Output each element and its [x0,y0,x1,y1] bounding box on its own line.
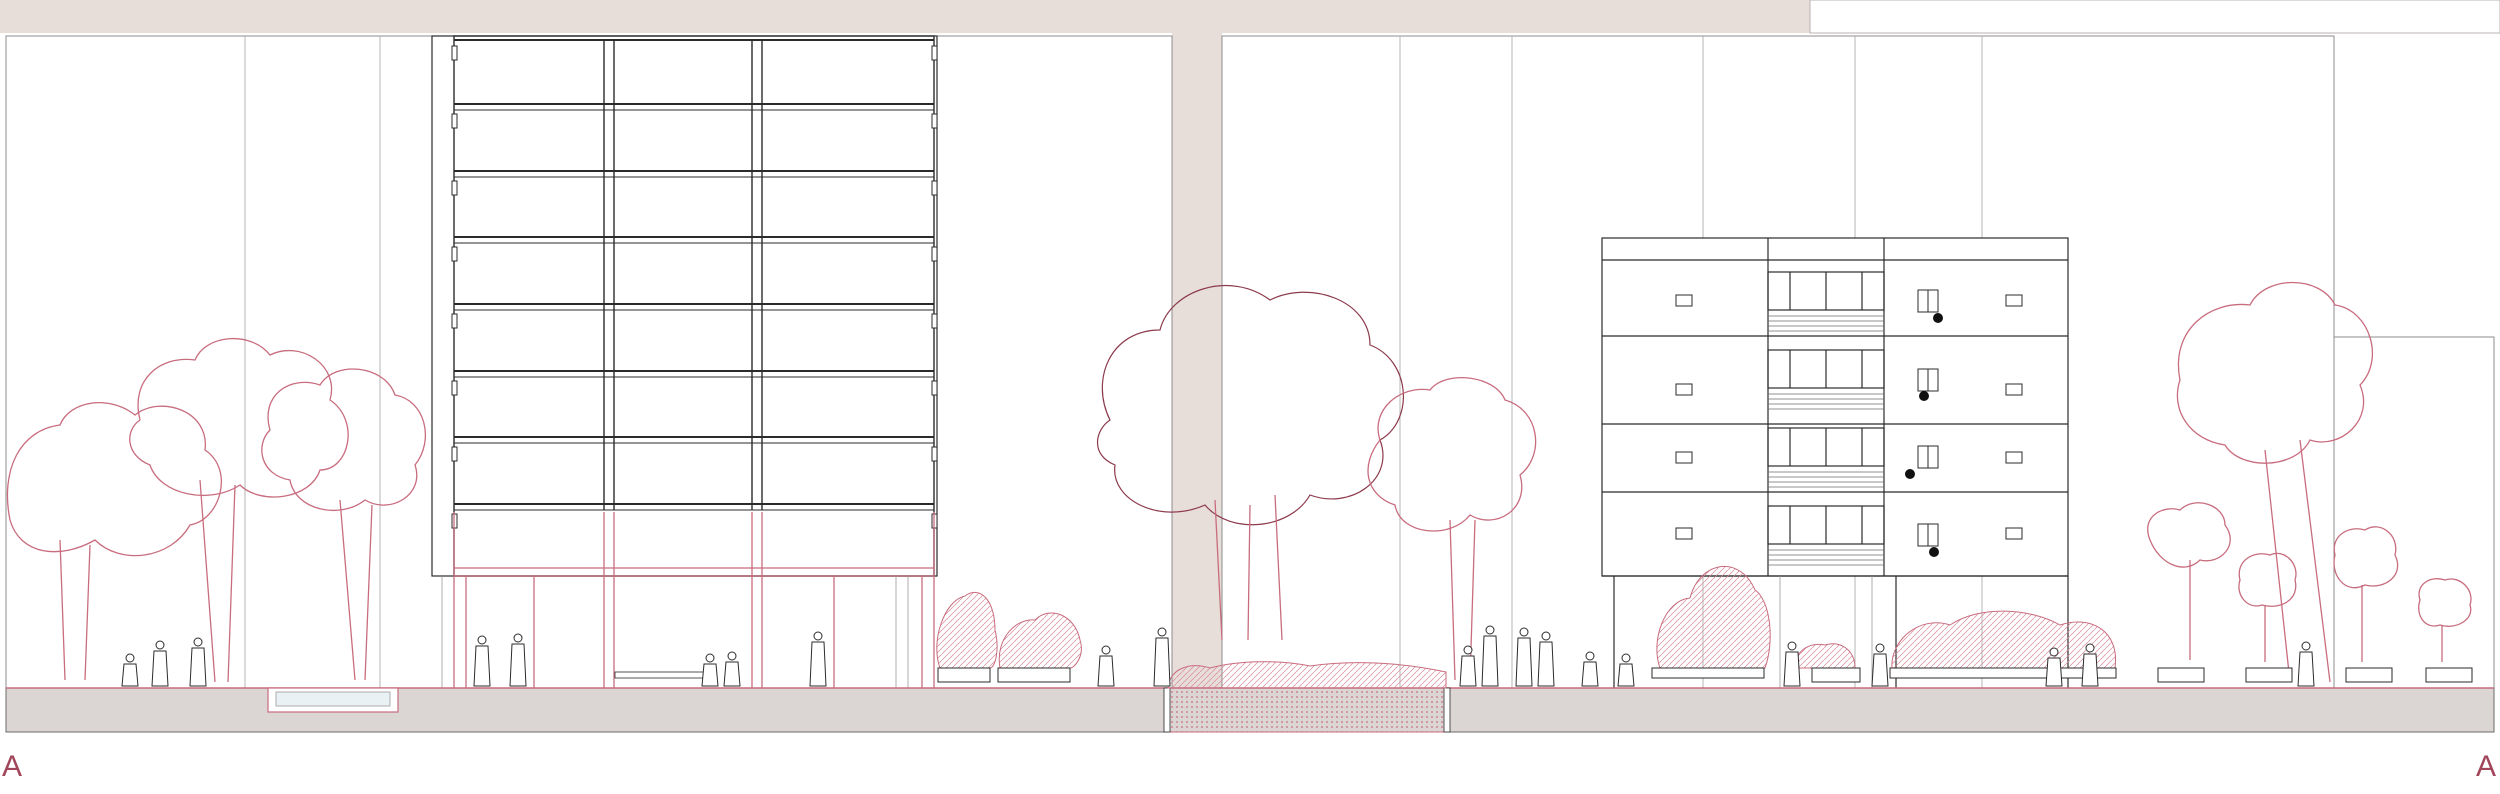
ground-section [5,687,2495,733]
section-elevation-drawing [0,0,2500,733]
section-marker-right: A [2476,750,2497,783]
background-massing [0,0,2500,693]
section-marker-left: A [2,750,23,783]
